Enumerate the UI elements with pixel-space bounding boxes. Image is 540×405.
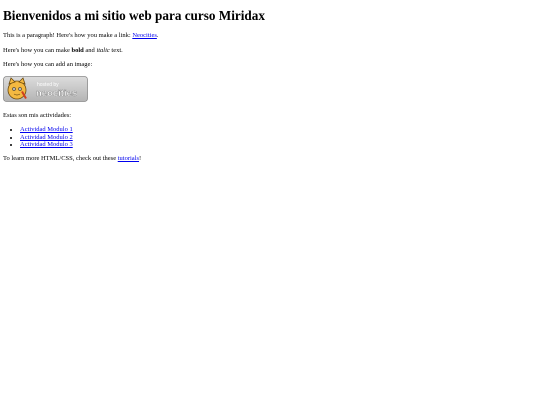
tutorials-text-end: ! bbox=[139, 155, 142, 163]
page-title: Bienvenidos a mi sitio web para curso Mi… bbox=[3, 8, 265, 23]
tutorials-paragraph: To learn more HTML/CSS, check out these … bbox=[3, 155, 537, 162]
activity-link-2[interactable]: Actividad Modulo 2 bbox=[20, 134, 73, 141]
image-paragraph: Here's how you can add an image: bbox=[3, 61, 93, 69]
hosted-by-neocities-badge[interactable]: hosted by neocities bbox=[3, 75, 88, 102]
list-item: Actividad Modulo 1 bbox=[20, 126, 537, 133]
bold-text: bold bbox=[71, 46, 84, 54]
italic-text: italic bbox=[96, 46, 110, 54]
badge-big-text: neocities bbox=[36, 88, 77, 99]
activities-intro: Estas son mis actividades: bbox=[3, 111, 72, 119]
tutorials-text: To learn more HTML/CSS, check out these bbox=[3, 155, 118, 163]
formatting-paragraph: Here's how you can make bold and italic … bbox=[3, 47, 537, 54]
intro-text: This is a paragraph! Here's how you make… bbox=[3, 32, 133, 40]
formatting-text: Here's how you can make bbox=[3, 46, 72, 54]
neocities-link[interactable]: Neocities bbox=[132, 32, 157, 39]
list-item: Actividad Modulo 3 bbox=[20, 141, 537, 148]
intro-paragraph: This is a paragraph! Here's how you make… bbox=[3, 32, 537, 39]
activity-link-1[interactable]: Actividad Modulo 1 bbox=[20, 126, 73, 133]
formatting-text-end: text. bbox=[109, 46, 123, 54]
neocities-cat-icon bbox=[7, 76, 27, 99]
activity-link-3[interactable]: Actividad Modulo 3 bbox=[20, 141, 73, 148]
list-item: Actividad Modulo 2 bbox=[20, 134, 537, 141]
tutorials-link[interactable]: tutorials bbox=[118, 155, 139, 162]
intro-text-end: . bbox=[156, 32, 159, 40]
formatting-text-mid: and bbox=[83, 46, 97, 54]
page-content: Bienvenidos a mi sitio web para curso Mi… bbox=[0, 0, 540, 174]
activities-list: Actividad Modulo 1 Actividad Modulo 2 Ac… bbox=[3, 126, 537, 148]
